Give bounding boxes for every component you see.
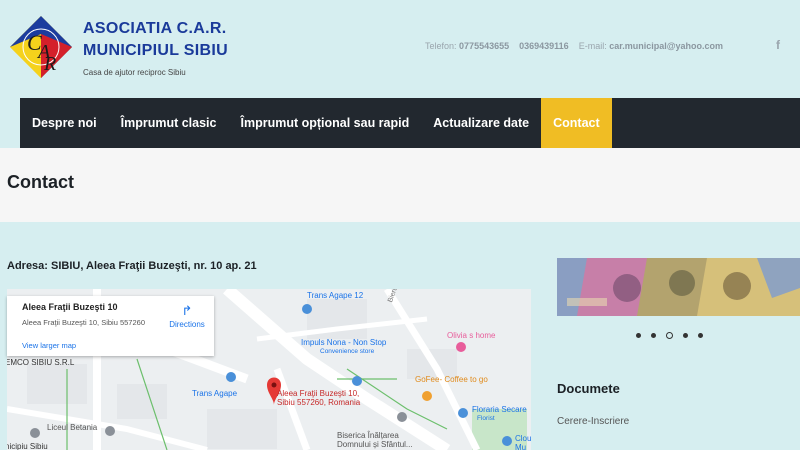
slider-dots [636,331,703,339]
title-band [0,148,800,222]
slider-dot-1[interactable] [636,333,641,338]
map-label-florist: Florist [477,415,495,422]
nav-item-imprumut-clasic[interactable]: Împrumut clasic [109,98,229,148]
map-label-emco: EMCO SIBIU S.R.L [7,358,75,367]
sidebar-link-cerere-inscriere[interactable]: Cerere-Inscriere [557,416,629,427]
map-label-olivia: Olivia s home [447,331,496,340]
directions-icon: ↱ [181,303,193,318]
org-name-line1: ASOCIATIA C.A.R. [83,20,227,37]
tagline: Casa de ajutor reciproc Sibiu [83,68,186,77]
clou-line2: Mu [515,443,527,450]
logo[interactable]: C A R [8,14,74,80]
main-nav: Despre noi Împrumut clasic Împrumut opți… [20,98,800,148]
slider-dot-5[interactable] [698,333,703,338]
nav-item-actualizare-date[interactable]: Actualizare date [421,98,541,148]
view-larger-map-link[interactable]: View larger map [22,341,76,350]
map-label-trans-agape-12: Trans Agape 12 [307,291,364,300]
map-label-pin: Aleea Fraţii Buzeşti 10, Sibiu 557260, R… [277,389,360,407]
email-label: E-mail: [578,41,607,51]
directions-label: Directions [169,320,205,329]
page-title: Contact [7,172,74,192]
phone-2[interactable]: 0369439116 [519,41,569,51]
map-label-gofee: GoFee- Coffee to go [415,375,488,384]
map-label-trans-agape: Trans Agape [192,389,238,398]
pin-label-line2: Sibiu 557260, Romania [277,398,361,407]
map-label-impuls: Impuls Nona - Non Stop [301,338,387,347]
email-link[interactable]: car.municipal@yahoo.com [609,41,723,51]
map-card-title: Aleea Fraţii Buzeşti 10 [22,302,118,312]
nav-item-despre-noi[interactable]: Despre noi [20,98,109,148]
nav-item-contact[interactable]: Contact [541,98,612,148]
slider-dot-4[interactable] [683,333,688,338]
facebook-icon[interactable]: f [776,38,780,52]
slider-dot-3[interactable] [666,331,673,339]
map-label-biserica: Biserica Înălțarea Domnului și Sfântul..… [337,431,413,449]
org-name[interactable]: ASOCIATIA C.A.R. MUNICIPIUL SIBIU [83,18,228,62]
nav-item-imprumut-optional[interactable]: Împrumut opțional sau rapid [228,98,421,148]
phone-1[interactable]: 0775543655 [459,41,509,51]
map-label-floraria: Floraria Secare [472,405,527,414]
slider-dot-2[interactable] [651,333,656,338]
contact-info: Telefon: 0775543655 0369439116 E-mail: c… [425,41,723,51]
biserica-line2: Domnului și Sfântul... [337,440,413,449]
map-label-liceul: Liceul Betania [47,423,98,432]
phone-label: Telefon: [425,41,457,51]
directions-button[interactable]: ↱ Directions [167,303,207,330]
map-label-clou: Clou Mu [515,434,531,450]
map-info-card: Aleea Fraţii Buzeşti 10 Aleea Fraţii Buz… [7,296,214,356]
svg-text:R: R [43,53,56,75]
pin-label-line1: Aleea Fraţii Buzeşti 10, [277,389,360,398]
sidebar-title: Documete [557,381,620,396]
map-label-convenience: Convenience store [320,348,375,355]
map-label-municipiu: nicipiu Sibiu [7,442,48,450]
biserica-line1: Biserica Înălțarea [337,431,399,440]
org-name-line2: MUNICIPIUL SIBIU [83,42,228,59]
header: C A R ASOCIATIA C.A.R. MUNICIPIUL SIBIU … [0,0,800,98]
map-card-address: Aleea Fraţii Buzeşti 10, Sibiu 557260 [22,318,145,327]
address-text: Adresa: SIBIU, Aleea Fraţii Buzeşti, nr.… [7,260,257,272]
banknotes-slide-image [557,258,800,316]
clou-line1: Clou [515,434,531,443]
